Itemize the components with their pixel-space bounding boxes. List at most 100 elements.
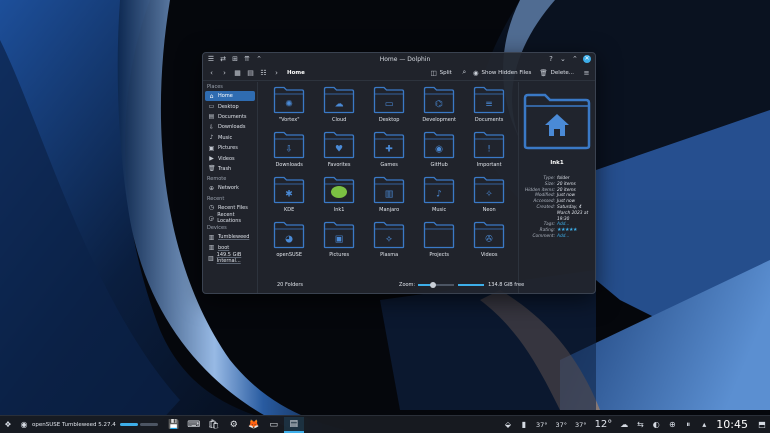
drive-icon: ▥ bbox=[208, 244, 215, 252]
kde-connect-icon[interactable]: ◐ bbox=[648, 420, 664, 429]
file-view[interactable]: ✺ "Vortex" ☁ Cloud ▭ Desktop ⌬ Development ≡ Docu… bbox=[258, 82, 518, 293]
clock[interactable]: 10:45 bbox=[716, 418, 748, 431]
weather-cloud-icon[interactable]: ☁ bbox=[616, 420, 632, 429]
sidebar-item-recent-locations[interactable]: ◶ Recent Locations bbox=[205, 212, 255, 224]
add-link[interactable]: Add... bbox=[557, 234, 591, 240]
folder-item[interactable]: ♥ Favorites bbox=[314, 131, 364, 176]
sidebar-item-trash[interactable]: 🗑 Trash bbox=[205, 164, 255, 174]
shade-icon[interactable]: ⇈ bbox=[243, 55, 251, 63]
music-icon: ♪ bbox=[209, 134, 214, 142]
forward-icon[interactable]: › bbox=[220, 69, 229, 77]
zoom-label: Zoom: bbox=[399, 282, 416, 288]
task-settings-icon[interactable]: ⚙ bbox=[224, 417, 244, 433]
search-icon[interactable]: ⌕ bbox=[460, 68, 469, 77]
sidebar-item-label: 149.5 GiB Internal... bbox=[216, 252, 242, 265]
folder-item[interactable]: ▭ Desktop bbox=[364, 86, 414, 131]
split-button[interactable]: ◫ Split bbox=[430, 69, 451, 77]
svg-text:!: ! bbox=[487, 145, 491, 155]
maximize-icon[interactable]: ⌃ bbox=[571, 55, 579, 63]
folder-item[interactable]: ▣ Pictures bbox=[314, 221, 364, 266]
recent-locations-icon: ◶ bbox=[208, 214, 214, 222]
sidebar-item-149-5-gib-internal[interactable]: ▥ 149.5 GiB Internal... bbox=[205, 252, 255, 265]
details-view-icon[interactable]: ☷ bbox=[259, 69, 268, 77]
breadcrumb-chevron-icon[interactable]: › bbox=[272, 69, 281, 77]
folder-item[interactable]: ✺ "Vortex" bbox=[264, 86, 314, 131]
sidebar-item-home[interactable]: ⌂ Home bbox=[205, 91, 256, 102]
folder-label: Downloads bbox=[275, 162, 303, 168]
keep-above-icon[interactable]: ⊞ bbox=[231, 55, 239, 63]
folder-icon: ⌬ bbox=[424, 86, 455, 114]
sidebar-item-desktop[interactable]: ▭ Desktop bbox=[205, 101, 255, 111]
sidebar-item-videos[interactable]: ▶ Videos bbox=[205, 153, 255, 163]
sidebar-item-tumbleweed[interactable]: ▥ Tumbleweed bbox=[205, 232, 255, 242]
folder-item[interactable]: ♪ Music bbox=[414, 176, 464, 221]
zoom-slider[interactable] bbox=[418, 282, 455, 288]
folder-item[interactable]: ≡ Documents bbox=[464, 86, 514, 131]
volume-bar-icon[interactable]: ▮ bbox=[516, 420, 532, 429]
back-icon[interactable]: ‹ bbox=[207, 69, 216, 77]
sidebar-item-music[interactable]: ♪ Music bbox=[205, 133, 255, 143]
hamburger-menu-icon[interactable]: ≡ bbox=[582, 69, 591, 77]
tray-expand-icon[interactable]: ▴ bbox=[696, 420, 712, 429]
folder-item[interactable]: ⇩ Downloads bbox=[264, 131, 314, 176]
show-desktop-icon[interactable]: ⬒ bbox=[754, 420, 770, 429]
task-dolphin-icon[interactable]: ▤ bbox=[283, 416, 304, 433]
help-icon[interactable]: ? bbox=[547, 55, 555, 63]
show-hidden-files-button[interactable]: ◉ Show Hidden Files bbox=[473, 69, 532, 77]
session-progress-track bbox=[139, 423, 158, 426]
sidebar-item-network[interactable]: ⊕ Network bbox=[205, 183, 255, 193]
sidebar-item-downloads[interactable]: ⇩ Downloads bbox=[205, 122, 255, 132]
folder-item[interactable]: ◕ openSUSE bbox=[264, 221, 314, 266]
window-menu-icon[interactable]: ☰ bbox=[207, 55, 215, 63]
folder-item[interactable]: ▥ Manjaro bbox=[364, 176, 414, 221]
icon-view-icon[interactable]: ▦ bbox=[233, 69, 242, 77]
task-store-icon[interactable]: 🛍 bbox=[204, 417, 224, 433]
network-icon[interactable]: ⇆ bbox=[632, 420, 648, 429]
raise-icon[interactable]: ⌃ bbox=[255, 55, 263, 63]
breadcrumb[interactable]: Home bbox=[287, 70, 305, 76]
minimize-icon[interactable]: ⌄ bbox=[559, 55, 567, 63]
title-bar[interactable]: ☰ ⇄ ⊞ ⇈ ⌃ Home — Dolphin ? ⌄ ⌃ ✕ bbox=[203, 53, 595, 65]
folder-label: Development bbox=[422, 117, 456, 123]
task-save-icon[interactable]: 💾 bbox=[164, 417, 184, 433]
svg-text:✇: ✇ bbox=[485, 235, 493, 245]
task-terminal-icon[interactable]: ⌨ bbox=[184, 417, 204, 433]
folder-item[interactable]: ◉ GitHub bbox=[414, 131, 464, 176]
folder-label: KDE bbox=[284, 207, 295, 213]
sidebar-item-documents[interactable]: ▤ Documents bbox=[205, 112, 255, 122]
task-firefox-icon[interactable]: 🦊 bbox=[244, 417, 264, 433]
folder-item[interactable]: ✇ Videos bbox=[464, 221, 514, 266]
folder-icon: ✱ bbox=[274, 176, 305, 204]
folder-item[interactable]: ☁ Cloud bbox=[314, 86, 364, 131]
session-toggle-icon[interactable]: ◉ bbox=[16, 420, 32, 429]
folder-item[interactable]: Projects bbox=[414, 221, 464, 266]
folder-icon: ✚ bbox=[374, 131, 405, 159]
dropbox-icon[interactable]: ⬙ bbox=[500, 420, 516, 429]
documents-icon: ▤ bbox=[208, 113, 215, 121]
pin-icon[interactable]: ⇄ bbox=[219, 55, 227, 63]
folder-item[interactable]: ✧ Neon bbox=[464, 176, 514, 221]
folder-icon: ✺ bbox=[274, 86, 305, 114]
task-konsole-icon[interactable]: ▭ bbox=[264, 417, 284, 433]
close-icon[interactable]: ✕ bbox=[582, 55, 591, 63]
sidebar-section-heading: Remote bbox=[207, 176, 227, 183]
folder-item[interactable]: ✱ KDE bbox=[264, 176, 314, 221]
folder-item[interactable]: ! Important bbox=[464, 131, 514, 176]
toolbar: ‹ › ▦ ▤ ☷ › Home ◫ Split ⌕ ◉ Show Hidden F… bbox=[203, 65, 595, 81]
media-icon[interactable]: ⏸ bbox=[680, 420, 696, 430]
sidebar-item-pictures[interactable]: ▣ Pictures bbox=[205, 143, 255, 153]
zoom-slider-handle[interactable] bbox=[429, 282, 436, 288]
folder-item[interactable]: lnk1 bbox=[314, 176, 364, 221]
weather-temp: 12° bbox=[594, 419, 613, 430]
folder-icon bbox=[424, 221, 455, 249]
folder-item[interactable]: ⌬ Development bbox=[414, 86, 464, 131]
folder-icon: ☁ bbox=[324, 86, 355, 114]
folder-item[interactable]: ✚ Games bbox=[364, 131, 414, 176]
updates-icon[interactable]: ⊕ bbox=[664, 420, 680, 429]
compact-view-icon[interactable]: ▤ bbox=[246, 69, 255, 77]
application-launcher-icon[interactable]: ❖ bbox=[0, 420, 16, 429]
window-title: Home — Dolphin bbox=[379, 55, 431, 63]
folder-item[interactable]: ⟡ Plasma bbox=[364, 221, 414, 266]
folder-label: Important bbox=[476, 162, 502, 168]
delete-button[interactable]: 🗑 Delete... bbox=[539, 69, 574, 77]
